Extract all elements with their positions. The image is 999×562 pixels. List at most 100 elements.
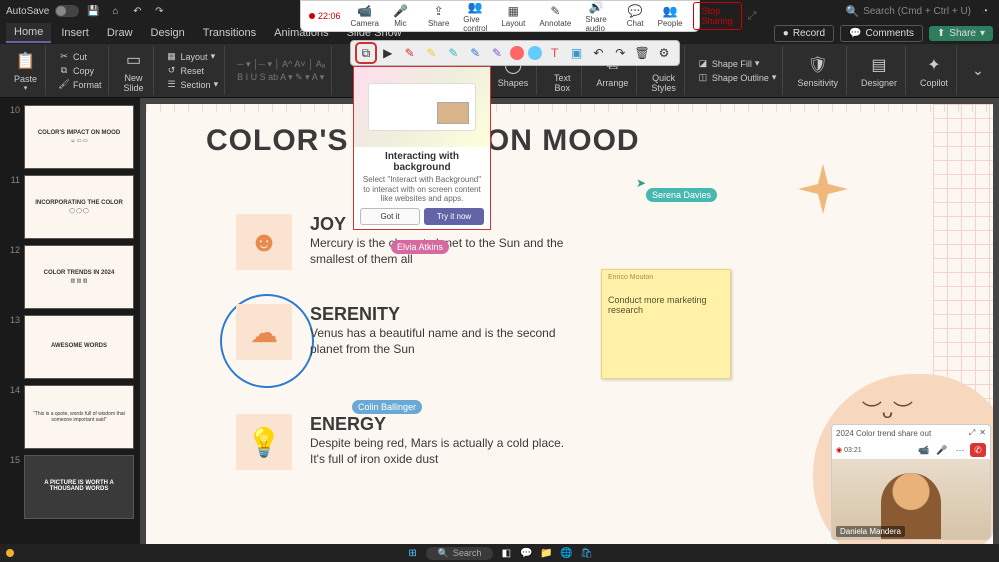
- pip-expand-icon[interactable]: ⤢: [969, 428, 975, 438]
- cut-button[interactable]: ✂Cut: [58, 51, 102, 62]
- pen-purple[interactable]: ✎: [488, 44, 506, 62]
- camera-button[interactable]: 📹Camera: [347, 4, 383, 28]
- coachmark-gotit-button[interactable]: Got it: [360, 208, 420, 225]
- anno-delete[interactable]: 🗑: [633, 44, 651, 62]
- energy-body: Despite being red, Mars is actually a co…: [310, 435, 570, 467]
- camera-icon: 📹: [357, 4, 372, 18]
- pip-camera-icon[interactable]: 📹: [916, 443, 932, 457]
- account-icon[interactable]: ◔: [977, 3, 993, 19]
- interact-background-tool[interactable]: ⧉: [357, 44, 375, 62]
- tab-transitions[interactable]: Transitions: [195, 24, 264, 42]
- layout-button[interactable]: ▦Layout ▾: [166, 51, 219, 62]
- slide-thumb[interactable]: 13 AWESOME WORDS: [0, 312, 140, 382]
- anno-settings[interactable]: ⚙: [655, 44, 673, 62]
- record-button[interactable]: ● Record: [774, 25, 834, 42]
- popout-icon[interactable]: ⤢: [748, 10, 757, 23]
- save-icon[interactable]: 💾: [85, 3, 101, 19]
- coachmark-title: Interacting with background: [358, 151, 486, 173]
- presence-tag-elvia: Elvia Atkins: [391, 240, 449, 254]
- note-tool[interactable]: ▣: [568, 44, 586, 62]
- pip-mic-icon[interactable]: 🎤: [934, 443, 950, 457]
- color-red[interactable]: [510, 46, 524, 60]
- stop-sharing-button[interactable]: Stop Sharing: [693, 2, 742, 30]
- autosave-toggle[interactable]: [55, 5, 79, 17]
- pip-title: 2024 Color trend share out: [836, 429, 931, 438]
- pen-red[interactable]: ✎: [401, 44, 419, 62]
- taskbar-notification-dot[interactable]: [6, 549, 14, 557]
- bulb-icon: 💡: [236, 414, 292, 470]
- coachmark-tryit-button[interactable]: Try it now: [424, 208, 484, 225]
- picture-in-picture[interactable]: 2024 Color trend share out ⤢ ✕ ◉ 03:21 📹…: [831, 424, 991, 540]
- pip-more-icon[interactable]: ⋯: [952, 443, 968, 457]
- tab-insert[interactable]: Insert: [53, 24, 97, 42]
- slide-thumb[interactable]: 14 "This is a quote, words full of wisdo…: [0, 382, 140, 452]
- share-audio-button[interactable]: 🔊Share audio: [581, 0, 610, 33]
- serenity-body: Venus has a beautiful name and is the se…: [310, 325, 570, 357]
- mic-button[interactable]: 🎤Mic: [389, 4, 412, 28]
- brush-icon: 🖌: [58, 79, 70, 90]
- home-icon[interactable]: ⌂: [107, 3, 123, 19]
- comments-button[interactable]: 💬 Comments: [840, 25, 923, 42]
- coachmark-body: Select "Interact with Background" to int…: [354, 175, 490, 204]
- slide-thumb[interactable]: 12 COLOR TRENDS IN 2024▥ ▥ ▥: [0, 242, 140, 312]
- annotation-toolbar: ⧉ ▶ ✎ ✎ ✎ ✎ ✎ T ▣ ↶ ↷ 🗑 ⚙: [350, 40, 680, 66]
- anno-undo[interactable]: ↶: [590, 44, 608, 62]
- designer-button[interactable]: ▤Designer: [857, 54, 901, 88]
- chat-button[interactable]: 💬Chat: [623, 4, 648, 28]
- anno-redo[interactable]: ↷: [611, 44, 629, 62]
- pen-blue[interactable]: ✎: [466, 44, 484, 62]
- redo-icon[interactable]: ↷: [151, 3, 167, 19]
- tab-draw[interactable]: Draw: [99, 24, 141, 42]
- copilot-button[interactable]: ✦Copilot: [916, 54, 952, 88]
- cursor-tool[interactable]: ▶: [379, 44, 397, 62]
- tab-design[interactable]: Design: [143, 24, 193, 42]
- pip-close-icon[interactable]: ✕: [979, 428, 986, 438]
- annotate-button[interactable]: ✎Annotate: [535, 4, 575, 28]
- new-slide-button[interactable]: ▭ New Slide: [119, 49, 149, 93]
- share-button[interactable]: ⬆ Share ▾: [929, 26, 993, 41]
- slide-thumb[interactable]: 15 A PICTURE IS WORTH A THOUSAND WORDS: [0, 452, 140, 522]
- cloud-icon: ☁: [236, 304, 292, 360]
- pencil-icon: ✎: [550, 4, 560, 18]
- text-tool[interactable]: T: [546, 44, 564, 62]
- section-button[interactable]: ☰Section ▾: [166, 79, 219, 90]
- blob-face-decoration: ︶ᴗ︶: [862, 395, 913, 424]
- start-icon[interactable]: ⊞: [406, 546, 420, 560]
- tab-home[interactable]: Home: [6, 23, 51, 43]
- meeting-share-button[interactable]: ⇪Share: [424, 4, 453, 28]
- copy-button[interactable]: ⧉Copy: [58, 65, 102, 76]
- reset-button[interactable]: ↺Reset: [166, 65, 219, 76]
- chevron-down-icon[interactable]: ⌄: [967, 60, 989, 82]
- undo-icon[interactable]: ↶: [129, 3, 145, 19]
- search-field[interactable]: 🔍 Search (Cmd + Ctrl + U): [845, 5, 971, 18]
- share-screen-icon: ⇪: [434, 4, 444, 18]
- slide-thumb[interactable]: 10 COLOR'S IMPACT ON MOOD☺ ▭ ▭: [0, 102, 140, 172]
- shape-fill-button[interactable]: ◪Shape Fill ▾: [697, 58, 777, 69]
- pip-participant-name: Daniela Mandera: [836, 526, 905, 537]
- sensitivity-button[interactable]: 🛡Sensitivity: [793, 54, 842, 88]
- pen-teal[interactable]: ✎: [444, 44, 462, 62]
- store-icon[interactable]: 🛍: [579, 546, 593, 560]
- scissors-icon: ✂: [58, 51, 70, 62]
- shape-outline-button[interactable]: ◫Shape Outline ▾: [697, 72, 777, 83]
- people-button[interactable]: 👥People: [654, 4, 687, 28]
- give-control-button[interactable]: 👥Give control: [459, 0, 491, 33]
- search-icon: 🔍: [845, 5, 859, 18]
- taskview-icon[interactable]: ◧: [499, 546, 513, 560]
- slide-thumb[interactable]: 11 INCORPORATING THE COLOR◯ ◯ ◯: [0, 172, 140, 242]
- explorer-icon[interactable]: 📁: [539, 546, 553, 560]
- shield-icon: 🛡: [807, 54, 829, 76]
- pen-yellow[interactable]: ✎: [423, 44, 441, 62]
- presence-tag-colin: Colin Ballinger: [352, 400, 422, 414]
- edge-icon[interactable]: 🌐: [559, 546, 573, 560]
- sparkle-icon: [793, 164, 853, 224]
- pip-hangup-icon[interactable]: ✆: [970, 443, 986, 457]
- chat-app-icon[interactable]: 💬: [519, 546, 533, 560]
- paste-button[interactable]: 📋 Paste: [10, 50, 41, 84]
- color-blue[interactable]: [528, 46, 542, 60]
- meeting-layout-button[interactable]: ▦Layout: [497, 4, 529, 28]
- sticky-note[interactable]: Enrico Mouton Conduct more marketing res…: [601, 269, 731, 379]
- format-painter-button[interactable]: 🖌Format: [58, 79, 102, 90]
- new-slide-icon: ▭: [123, 49, 145, 71]
- taskbar-search[interactable]: 🔍 Search: [426, 547, 494, 560]
